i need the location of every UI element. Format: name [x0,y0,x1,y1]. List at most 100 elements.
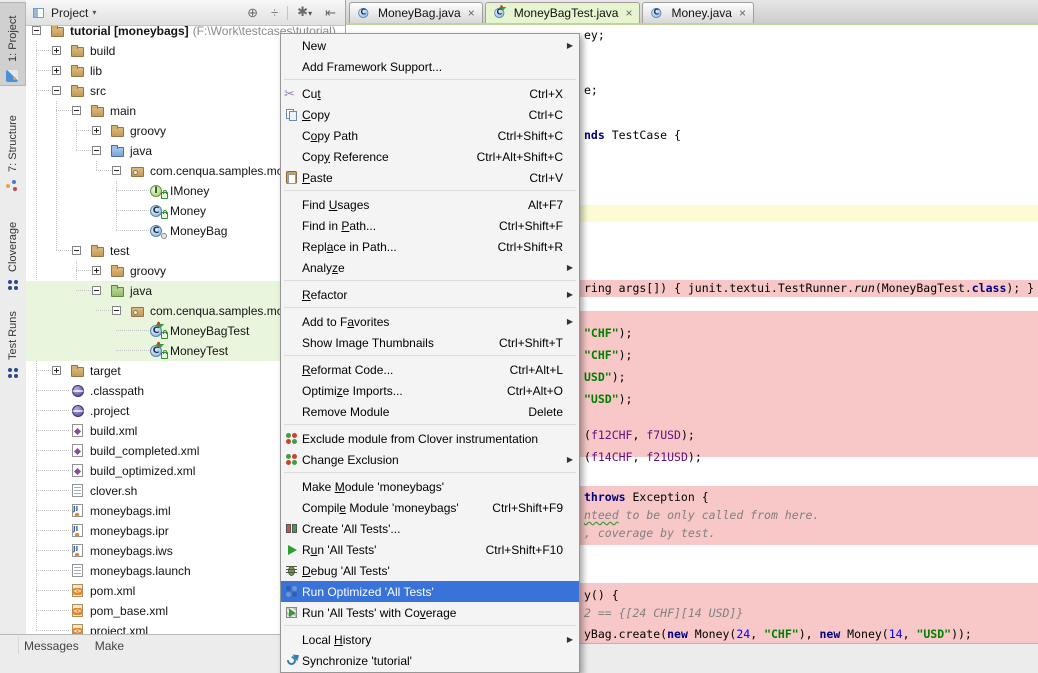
menu-item[interactable]: Copy PathCtrl+Shift+C [281,125,579,146]
tree-row-label: .classpath [90,381,144,401]
class-icon [358,6,372,20]
menu-item[interactable]: Synchronize 'tutorial' [281,650,579,671]
code-line-fragment: e; [584,83,598,97]
menu-item[interactable]: Run 'All Tests' with Coverage [281,602,579,623]
tree-guide-line [36,610,70,611]
run-icon [284,542,300,558]
menu-item-label: Run Optimized 'All Tests' [302,585,563,599]
stripe-tab-test-runs[interactable]: Test Runs [0,299,26,385]
tree-row-label: MoneyBagTest [170,321,249,341]
menu-item[interactable]: Add to Favorites▶ [281,311,579,332]
tree-expander-collapse[interactable] [72,106,81,115]
collapse-all-icon[interactable]: ÷ [267,6,282,19]
menu-item[interactable]: CutCtrl+X [281,83,579,104]
menu-item[interactable]: Compile Module 'moneybags'Ctrl+Shift+F9 [281,497,579,518]
test-run-mark-icon [156,320,164,328]
toolbar-separator [287,6,288,20]
menu-item[interactable]: New▶ [281,35,579,56]
folder-icon [90,103,106,119]
menu-item-label: Change Exclusion [302,453,563,467]
menu-item-icon-slot [284,653,302,669]
tree-expander-collapse[interactable] [52,86,61,95]
code-line-fragment: throws Exception { [584,490,709,504]
tree-expander-expand[interactable] [52,46,61,55]
tree-guide-line [36,550,70,551]
stripe-tab-cloverage[interactable]: Cloverage [0,205,26,297]
tree-row-label: groovy [130,261,166,281]
menu-item[interactable]: Analyze▶ [281,257,579,278]
tree-guide-line [116,230,150,231]
menu-item[interactable]: Show Image ThumbnailsCtrl+Shift+T [281,332,579,353]
clover-nav-icon [5,365,21,381]
folder-icon [90,243,106,259]
menu-item[interactable]: Refactor▶ [281,284,579,305]
tree-row-label: src [90,81,106,101]
menu-item-icon-slot [284,431,302,447]
editor-tab[interactable]: Money.java× [642,2,754,23]
menu-item[interactable]: Add Framework Support... [281,56,579,77]
hide-panel-icon[interactable]: ⇤ [321,6,340,19]
menu-item[interactable]: Copy ReferenceCtrl+Alt+Shift+C [281,146,579,167]
menu-item[interactable]: Optimize Imports...Ctrl+Alt+O [281,380,579,401]
menu-item-shortcut: Ctrl+Shift+R [498,240,563,254]
tree-expander-collapse[interactable] [32,26,41,35]
project-view-selector[interactable]: Project ▾ [31,5,96,21]
menu-item[interactable]: Replace in Path...Ctrl+Shift+R [281,236,579,257]
menu-item-icon-slot [284,584,302,600]
menu-item[interactable]: Create 'All Tests'... [281,518,579,539]
menu-item[interactable]: Make Module 'moneybags' [281,476,579,497]
menu-item[interactable]: Change Exclusion▶ [281,449,579,470]
menu-item[interactable]: Reformat Code...Ctrl+Alt+L [281,359,579,380]
tree-expander-expand[interactable] [92,126,101,135]
menu-item-label: Compile Module 'moneybags' [302,501,474,515]
folder-icon [110,263,126,279]
menu-item[interactable]: Debug 'All Tests' [281,560,579,581]
menu-item[interactable]: Local History▶ [281,629,579,650]
menu-item-icon-slot [284,107,302,123]
editor-tab[interactable]: MoneyBag.java× [349,2,483,23]
code-line-fragment: nteed to be only called from here. [584,508,819,522]
stripe-tab-7-structure[interactable]: 7: Structure [0,95,26,197]
panel-icon [31,5,47,21]
tree-expander-expand[interactable] [52,366,61,375]
tree-expander-collapse[interactable] [72,246,81,255]
tree-expander-collapse[interactable] [92,146,101,155]
folder-icon [110,123,126,139]
menu-item[interactable]: CopyCtrl+C [281,104,579,125]
menu-item[interactable]: PasteCtrl+V [281,167,579,188]
close-icon[interactable]: × [625,7,632,19]
chevron-down-icon: ▾ [92,8,96,17]
stripe-tab-1-project[interactable]: 1: Project [0,2,26,86]
editor-tab[interactable]: MoneyBagTest.java× [485,2,641,23]
tree-row-label: java [130,281,152,301]
sphere-icon [70,383,86,399]
locate-icon[interactable]: ⊕ [243,6,262,19]
tool-window-button-make[interactable]: Make [95,639,124,653]
test-class-icon [494,6,508,20]
menu-item[interactable]: Run Optimized 'All Tests' [281,581,579,602]
settings-gear-icon[interactable]: ✱▾ [293,5,316,20]
close-icon[interactable]: × [468,7,475,19]
tree-expander-collapse[interactable] [112,166,121,175]
submenu-arrow-icon: ▶ [563,41,573,50]
menu-item-shortcut: Ctrl+Shift+C [498,129,563,143]
tool-window-button-messages[interactable]: Messages [24,639,79,653]
tree-expander-collapse[interactable] [92,286,101,295]
menu-item[interactable]: Find in Path...Ctrl+Shift+F [281,215,579,236]
menu-item[interactable]: Find UsagesAlt+F7 [281,194,579,215]
close-icon[interactable]: × [739,7,746,19]
debug-icon [284,563,300,579]
menu-item[interactable]: Exclude module from Clover instrumentati… [281,428,579,449]
tree-row-label: MoneyTest [170,341,228,361]
menu-item[interactable]: Run 'All Tests'Ctrl+Shift+F10 [281,539,579,560]
code-line-fragment: USD"); [584,370,626,384]
tree-guide-line [36,410,70,411]
menu-item-shortcut: Ctrl+Alt+O [507,384,563,398]
tree-row-label: java [130,141,152,161]
menu-item[interactable]: Remove ModuleDelete [281,401,579,422]
tree-expander-collapse[interactable] [112,306,121,315]
test-run-mark-icon [499,3,506,10]
tree-expander-expand[interactable] [52,66,61,75]
tree-guide-line [36,370,52,371]
tree-expander-expand[interactable] [92,266,101,275]
